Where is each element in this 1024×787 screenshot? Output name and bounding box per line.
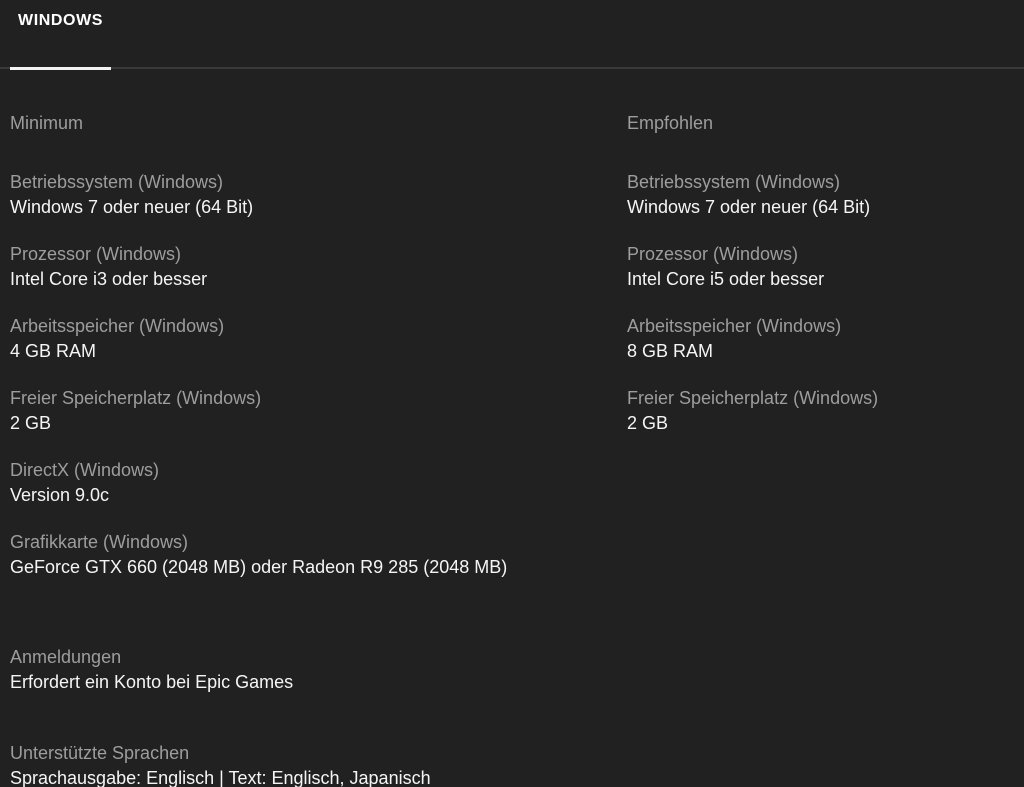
login-section: Anmeldungen Erfordert ein Konto bei Epic…	[10, 645, 1014, 695]
column-header-recommended: Empfohlen	[627, 111, 1014, 135]
requirement-row: Freier Speicherplatz (Windows) 2 GB	[10, 386, 627, 436]
requirement-value: Version 9.0c	[10, 483, 627, 508]
system-requirements-panel: WINDOWS Minimum Betriebssystem (Windows)…	[0, 0, 1024, 787]
requirement-value: 8 GB RAM	[627, 339, 1014, 364]
requirement-row: Prozessor (Windows) Intel Core i5 oder b…	[627, 242, 1014, 292]
languages-section: Unterstützte Sprachen Sprachausgabe: Eng…	[10, 741, 1014, 787]
requirement-value: 2 GB	[10, 411, 627, 436]
languages-value: Sprachausgabe: Englisch | Text: Englisch…	[10, 766, 1014, 787]
requirements-grid: Minimum Betriebssystem (Windows) Windows…	[10, 111, 1014, 602]
platform-tabs: WINDOWS	[0, 0, 1024, 69]
requirement-label: Prozessor (Windows)	[10, 242, 627, 267]
requirement-row: DirectX (Windows) Version 9.0c	[10, 458, 627, 508]
requirement-label: DirectX (Windows)	[10, 458, 627, 483]
requirement-value: GeForce GTX 660 (2048 MB) oder Radeon R9…	[10, 555, 627, 580]
requirement-label: Betriebssystem (Windows)	[627, 170, 1014, 195]
requirement-row: Arbeitsspeicher (Windows) 4 GB RAM	[10, 314, 627, 364]
tab-windows-label: WINDOWS	[18, 12, 103, 30]
requirement-row: Betriebssystem (Windows) Windows 7 oder …	[627, 170, 1014, 220]
requirement-row: Prozessor (Windows) Intel Core i3 oder b…	[10, 242, 627, 292]
requirement-label: Freier Speicherplatz (Windows)	[10, 386, 627, 411]
requirement-value: Intel Core i3 oder besser	[10, 267, 627, 292]
requirement-value: 4 GB RAM	[10, 339, 627, 364]
requirements-content: Minimum Betriebssystem (Windows) Windows…	[0, 111, 1024, 787]
requirement-value: Windows 7 oder neuer (64 Bit)	[10, 195, 627, 220]
requirement-label: Arbeitsspeicher (Windows)	[10, 314, 627, 339]
requirement-row: Freier Speicherplatz (Windows) 2 GB	[627, 386, 1014, 436]
requirement-label: Freier Speicherplatz (Windows)	[627, 386, 1014, 411]
column-header-minimum: Minimum	[10, 111, 627, 135]
requirement-value: Intel Core i5 oder besser	[627, 267, 1014, 292]
tab-windows[interactable]: WINDOWS	[10, 0, 111, 70]
languages-label: Unterstützte Sprachen	[10, 741, 1014, 766]
login-label: Anmeldungen	[10, 645, 1014, 670]
requirement-label: Arbeitsspeicher (Windows)	[627, 314, 1014, 339]
requirement-row: Betriebssystem (Windows) Windows 7 oder …	[10, 170, 627, 220]
recommended-column: Empfohlen Betriebssystem (Windows) Windo…	[627, 111, 1014, 602]
requirement-row: Grafikkarte (Windows) GeForce GTX 660 (2…	[10, 530, 627, 580]
minimum-column: Minimum Betriebssystem (Windows) Windows…	[10, 111, 627, 602]
requirement-value: 2 GB	[627, 411, 1014, 436]
requirement-label: Grafikkarte (Windows)	[10, 530, 627, 555]
requirement-label: Prozessor (Windows)	[627, 242, 1014, 267]
requirement-label: Betriebssystem (Windows)	[10, 170, 627, 195]
requirement-row: Arbeitsspeicher (Windows) 8 GB RAM	[627, 314, 1014, 364]
login-value: Erfordert ein Konto bei Epic Games	[10, 670, 1014, 695]
requirement-value: Windows 7 oder neuer (64 Bit)	[627, 195, 1014, 220]
